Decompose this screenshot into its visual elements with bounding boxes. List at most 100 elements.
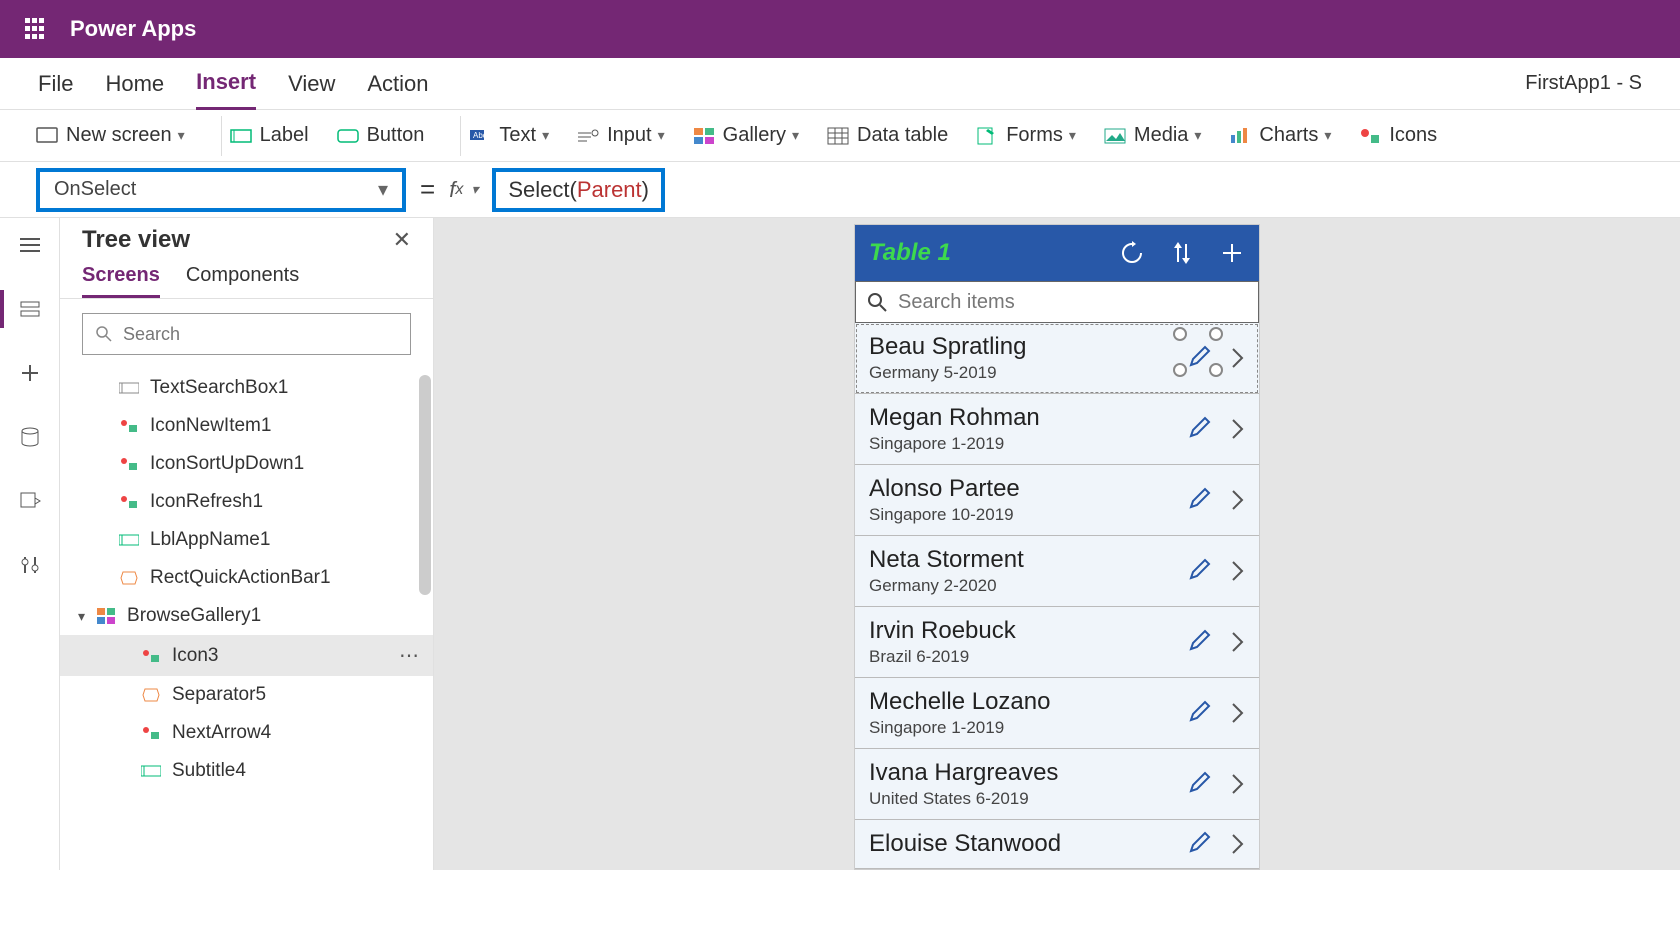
form-icon: [976, 125, 998, 147]
tab-screens[interactable]: Screens: [82, 264, 160, 298]
tree-item-separator5[interactable]: Separator5: [60, 676, 433, 714]
chevron-right-icon[interactable]: [1231, 772, 1245, 796]
edit-icon[interactable]: [1187, 487, 1213, 513]
forms-dropdown[interactable]: Forms ▾: [976, 124, 1076, 147]
menu-bar: File Home Insert View Action FirstApp1 -…: [0, 58, 1680, 110]
search-icon: [866, 291, 888, 313]
tree-item-subtitle4[interactable]: Subtitle4: [60, 752, 433, 790]
tree-item-rectquickaction[interactable]: RectQuickActionBar1: [60, 559, 433, 597]
item-subtitle: United States 6-2019: [869, 789, 1187, 809]
list-item[interactable]: Beau SpratlingGermany 5-2019: [855, 323, 1259, 394]
list-item[interactable]: Elouise Stanwood: [855, 820, 1259, 869]
list-item[interactable]: Alonso ParteeSingapore 10-2019: [855, 465, 1259, 536]
scrollbar[interactable]: [419, 375, 431, 595]
tools-icon[interactable]: [17, 552, 43, 578]
tree-search-input[interactable]: Search: [82, 313, 411, 355]
media-dropdown[interactable]: Media ▾: [1104, 124, 1202, 147]
hamburger-icon[interactable]: [17, 232, 43, 258]
add-icon[interactable]: [1219, 240, 1245, 266]
edit-icon[interactable]: [1187, 345, 1213, 371]
label-button[interactable]: Label: [230, 124, 309, 147]
chevron-down-icon[interactable]: ▾: [78, 608, 85, 625]
edit-icon[interactable]: [1187, 831, 1213, 857]
chevron-right-icon[interactable]: [1231, 630, 1245, 654]
text-input-icon: [118, 377, 140, 399]
chevron-down-icon: ▾: [178, 127, 185, 144]
edit-icon[interactable]: [1187, 771, 1213, 797]
waffle-icon[interactable]: [20, 13, 52, 45]
tree-item-label: Separator5: [172, 684, 266, 706]
insert-panel-icon[interactable]: [17, 360, 43, 386]
list-item[interactable]: Neta StormentGermany 2-2020: [855, 536, 1259, 607]
chevron-right-icon[interactable]: [1231, 559, 1245, 583]
list-item[interactable]: Irvin RoebuckBrazil 6-2019: [855, 607, 1259, 678]
chevron-down-icon: ▾: [471, 181, 478, 198]
property-value: OnSelect: [54, 178, 136, 201]
chevron-right-icon[interactable]: [1231, 346, 1245, 370]
group-icon: [118, 453, 140, 475]
fx-label[interactable]: fx▾: [449, 177, 478, 203]
item-name: Beau Spratling: [869, 333, 1187, 361]
data-icon[interactable]: [17, 424, 43, 450]
tab-components[interactable]: Components: [186, 264, 299, 298]
insert-toolbar: New screen ▾ Label Button Abc Text ▾ Inp…: [0, 110, 1680, 162]
new-screen-button[interactable]: New screen ▾: [36, 124, 185, 147]
edit-icon[interactable]: [1187, 700, 1213, 726]
data-table-button[interactable]: Data table: [827, 124, 948, 147]
list-item[interactable]: Mechelle LozanoSingapore 1-2019: [855, 678, 1259, 749]
item-name: Ivana Hargreaves: [869, 759, 1187, 787]
formula-bar: OnSelect ▾ = fx▾ Select(Parent): [0, 162, 1680, 218]
chevron-down-icon: ▾: [1069, 127, 1076, 144]
gallery-dropdown[interactable]: Gallery ▾: [693, 124, 799, 147]
tree-item-lblappname[interactable]: LblAppName1: [60, 521, 433, 559]
tree-item-iconnewitem[interactable]: IconNewItem1: [60, 407, 433, 445]
menu-view[interactable]: View: [288, 59, 335, 109]
tree-item-iconsortupdown[interactable]: IconSortUpDown1: [60, 445, 433, 483]
tree-item-label: RectQuickActionBar1: [150, 567, 331, 589]
chevron-right-icon[interactable]: [1231, 701, 1245, 725]
chevron-down-icon: ▾: [792, 127, 799, 144]
close-icon[interactable]: ✕: [393, 227, 411, 253]
button-icon: [337, 125, 359, 147]
refresh-icon[interactable]: [1119, 240, 1145, 266]
tree-item-browsegallery[interactable]: ▾ BrowseGallery1: [60, 597, 433, 635]
app-name-label: FirstApp1 - S: [1525, 72, 1642, 95]
chevron-right-icon[interactable]: [1231, 832, 1245, 856]
tree-item-nextarrow4[interactable]: NextArrow4: [60, 714, 433, 752]
text-dropdown[interactable]: Abc Text ▾: [469, 124, 549, 147]
button-button[interactable]: Button: [337, 124, 425, 147]
list-item[interactable]: Ivana HargreavesUnited States 6-2019: [855, 749, 1259, 820]
media-panel-icon[interactable]: [17, 488, 43, 514]
chevron-right-icon[interactable]: [1231, 488, 1245, 512]
more-icon[interactable]: ⋯: [399, 643, 421, 668]
formula-input[interactable]: Select(Parent): [492, 168, 665, 212]
formula-func: Select: [508, 177, 569, 203]
group-icon: [140, 722, 162, 744]
item-subtitle: Germany 5-2019: [869, 363, 1187, 383]
tree-view-icon[interactable]: [17, 296, 43, 322]
menu-home[interactable]: Home: [105, 59, 164, 109]
item-subtitle: Singapore 10-2019: [869, 505, 1187, 525]
menu-insert[interactable]: Insert: [196, 57, 256, 110]
tree-item-icon3[interactable]: Icon3 ⋯: [60, 635, 433, 676]
edit-icon[interactable]: [1187, 558, 1213, 584]
canvas[interactable]: Table 1 Search items Beau SpratlingGerma…: [434, 218, 1680, 870]
item-subtitle: Germany 2-2020: [869, 576, 1187, 596]
list-item[interactable]: Megan RohmanSingapore 1-2019: [855, 394, 1259, 465]
phone-search-input[interactable]: Search items: [855, 281, 1259, 323]
property-selector[interactable]: OnSelect ▾: [36, 168, 406, 212]
tree-item-textsearchbox[interactable]: TextSearchBox1: [60, 369, 433, 407]
icons-dropdown[interactable]: Icons: [1359, 124, 1437, 147]
item-name: Megan Rohman: [869, 404, 1187, 432]
chevron-right-icon[interactable]: [1231, 417, 1245, 441]
sort-icon[interactable]: [1169, 240, 1195, 266]
tree-item-iconrefresh[interactable]: IconRefresh1: [60, 483, 433, 521]
top-header: Power Apps: [0, 0, 1680, 58]
input-dropdown[interactable]: Input ▾: [577, 124, 665, 147]
charts-dropdown[interactable]: Charts ▾: [1229, 124, 1331, 147]
menu-file[interactable]: File: [38, 59, 73, 109]
edit-icon[interactable]: [1187, 416, 1213, 442]
edit-icon[interactable]: [1187, 629, 1213, 655]
tree-item-label: IconNewItem1: [150, 415, 271, 437]
menu-action[interactable]: Action: [367, 59, 428, 109]
